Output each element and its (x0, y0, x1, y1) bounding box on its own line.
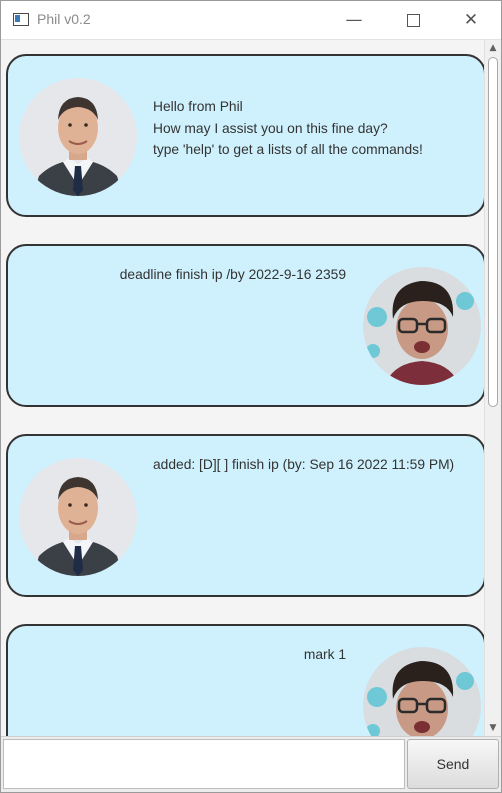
scroll-up-icon[interactable]: ▲ (485, 40, 501, 56)
send-button[interactable]: Send (407, 739, 499, 789)
user-message: mark 1 (303, 647, 346, 662)
user-input[interactable] (3, 739, 405, 789)
maximize-button[interactable] (390, 1, 436, 39)
dialog-container[interactable]: Hello from Phil How may I assist you on … (3, 40, 484, 736)
title-bar[interactable]: Phil v0.2 — ✕ (1, 1, 501, 40)
user-avatar (363, 647, 481, 736)
input-bar: Send (1, 736, 501, 792)
close-button[interactable]: ✕ (448, 1, 494, 39)
phil-message: added: [D][ ] finish ip (by: Sep 16 2022… (153, 457, 455, 472)
app-window-icon (13, 13, 29, 26)
scrollbar-thumb[interactable] (488, 57, 498, 407)
user-dialog-box: mark 1 (6, 624, 484, 736)
vertical-scrollbar[interactable]: ▲ ▼ (484, 40, 501, 736)
minimize-icon: — (345, 10, 363, 30)
user-avatar (363, 267, 481, 385)
phil-message: Hello from Phil How may I assist you on … (153, 99, 423, 157)
close-icon: ✕ (463, 10, 479, 30)
scroll-down-icon[interactable]: ▼ (485, 720, 501, 736)
user-dialog-box: deadline finish ip /by 2022-9-16 2359 (6, 244, 484, 407)
maximize-icon (406, 13, 420, 27)
phil-avatar (19, 78, 137, 196)
minimize-button[interactable]: — (331, 1, 377, 39)
window-title: Phil v0.2 (37, 11, 91, 27)
app-window: Phil v0.2 — ✕ Hello from Phil How may I … (0, 0, 502, 793)
phil-avatar (19, 458, 137, 576)
phil-dialog-box: Hello from Phil How may I assist you on … (6, 54, 484, 217)
user-message: deadline finish ip /by 2022-9-16 2359 (119, 267, 346, 282)
phil-dialog-box: added: [D][ ] finish ip (by: Sep 16 2022… (6, 434, 484, 597)
